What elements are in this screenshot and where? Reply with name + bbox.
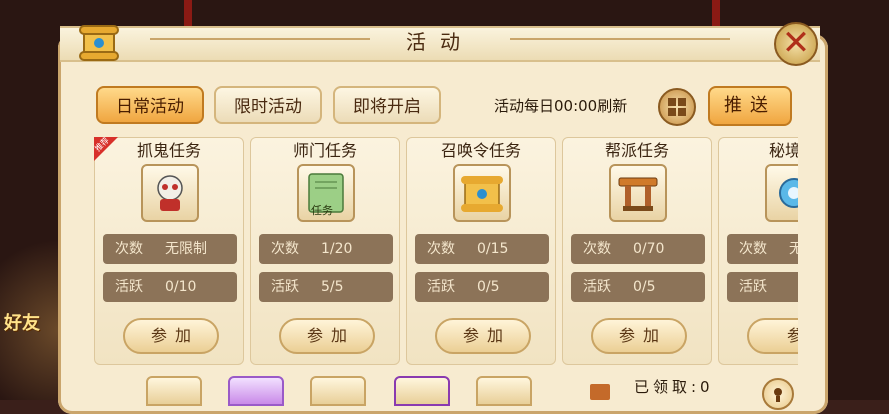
join-button[interactable]: 参加 — [279, 318, 375, 354]
hint-bulb-button[interactable] — [762, 378, 794, 410]
card-title: 抓鬼任务 — [136, 141, 201, 160]
claimed-count: 已领取:0 — [634, 378, 714, 396]
join-button[interactable]: 参加 — [591, 318, 687, 354]
bulb-icon — [774, 388, 782, 402]
refresh-note: 活动每日00:00刷新 — [494, 97, 628, 115]
friends-side-label[interactable]: 好友 — [4, 312, 50, 362]
scroll-emblem-icon — [78, 20, 120, 64]
reward-chest-icon[interactable] — [146, 376, 202, 406]
activity-row: 活跃 5/5 — [259, 272, 393, 302]
grid-icon — [668, 98, 686, 116]
activity-row: 活跃 0/5 — [415, 272, 549, 302]
join-button[interactable]: 参加 — [435, 318, 531, 354]
title-ornament-left — [150, 38, 370, 40]
card-title: 帮派任务 — [604, 141, 669, 160]
reward-orange-icon[interactable] — [310, 376, 366, 406]
activity-card: 召唤令任务 次数 0/15 活跃 0/5 参加 — [406, 137, 556, 365]
join-button[interactable]: 参 — [747, 318, 798, 354]
count-row: 次数 1/20 — [259, 234, 393, 264]
activity-cards: 推荐 抓鬼任务 次数 无限制 活跃 0/10 参加 师门任务 任务 次数 1/20 活… — [94, 137, 798, 369]
gift-box-icon — [590, 384, 610, 400]
ghost-skull-icon — [141, 164, 199, 222]
quest-icon-label: 任务 — [311, 204, 333, 217]
activity-row: 活跃 — [727, 272, 798, 302]
calendar-grid-button[interactable] — [658, 88, 696, 126]
count-row: 次数 无限制 — [103, 234, 237, 264]
count-row: 次数 0/15 — [415, 234, 549, 264]
card-title: 召唤令任务 — [440, 141, 521, 160]
tab-limited[interactable]: 限时活动 — [214, 86, 322, 124]
push-button[interactable]: 推送 — [708, 86, 792, 126]
activity-card: 师门任务 任务 次数 1/20 活跃 5/5 参加 — [250, 137, 400, 365]
summon-scroll-icon — [453, 164, 511, 222]
count-row: 次数 0/70 — [571, 234, 705, 264]
activity-row: 活跃 0/10 — [103, 272, 237, 302]
activity-row: 活跃 0/5 — [571, 272, 705, 302]
activity-card: 帮派任务 次数 0/70 活跃 0/5 参加 — [562, 137, 712, 365]
reward-horn-icon[interactable] — [394, 376, 450, 406]
window-title: 活动 — [406, 30, 474, 54]
guild-gate-icon — [609, 164, 667, 222]
secret-realm-icon — [765, 164, 798, 222]
activity-card: 推荐 抓鬼任务 次数 无限制 活跃 0/10 参加 — [94, 137, 244, 365]
quest-scroll-icon: 任务 — [297, 164, 355, 222]
close-button[interactable]: ✕ — [774, 22, 818, 66]
count-row: 次数无 — [727, 234, 798, 264]
reward-purple-icon[interactable] — [228, 376, 284, 406]
tab-upcoming[interactable]: 即将开启 — [333, 86, 441, 124]
title-ornament-right — [510, 38, 730, 40]
tab-daily[interactable]: 日常活动 — [96, 86, 204, 124]
card-title: 秘境降 — [768, 141, 798, 160]
join-button[interactable]: 参加 — [123, 318, 219, 354]
card-title: 师门任务 — [292, 141, 357, 160]
close-icon: ✕ — [781, 23, 811, 63]
reward-gold-icon[interactable] — [476, 376, 532, 406]
activity-card: 秘境降 次数无 活跃 参 — [718, 137, 798, 365]
